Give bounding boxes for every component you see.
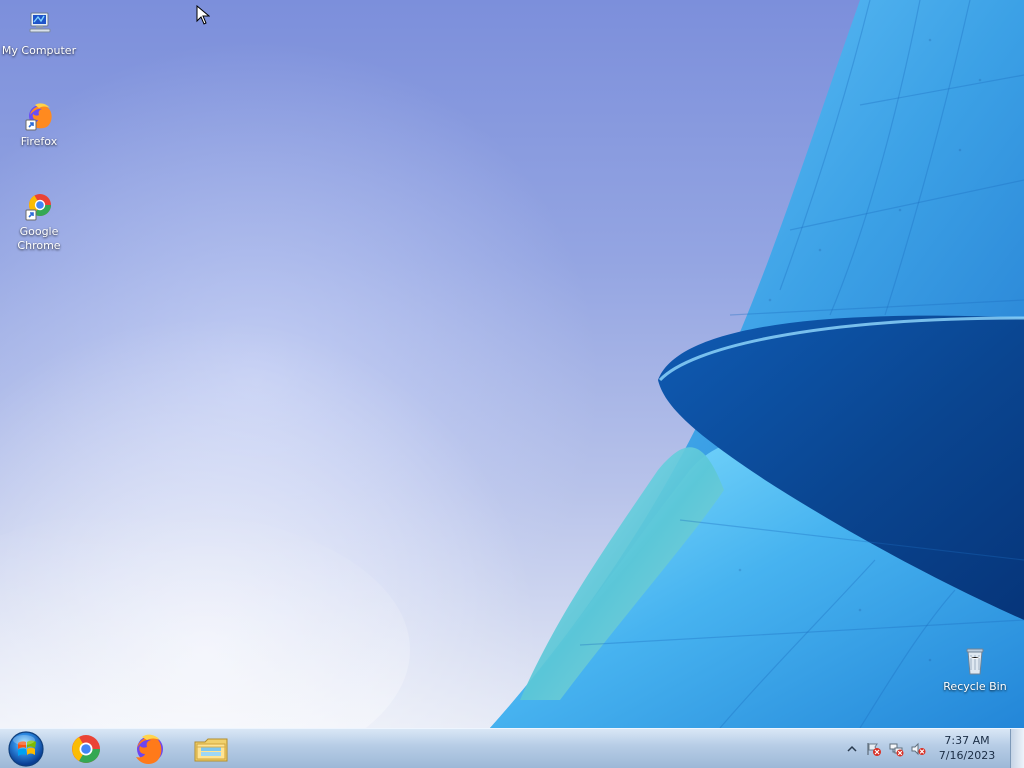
recycle-bin-icon xyxy=(958,644,992,678)
taskbar-app-firefox[interactable] xyxy=(123,731,175,767)
start-button[interactable] xyxy=(6,730,46,768)
taskbar-clock[interactable]: 7:37 AM 7/16/2023 xyxy=(932,733,1002,763)
windows-start-icon xyxy=(8,731,44,767)
desktop[interactable]: My Computer Firefox Google Chrome Recycl… xyxy=(0,0,1024,768)
computer-icon xyxy=(22,8,56,42)
desktop-icon-firefox[interactable]: Firefox xyxy=(0,99,78,149)
desktop-icon-recycle-bin[interactable]: Recycle Bin xyxy=(936,644,1014,694)
desktop-icon-my-computer[interactable]: My Computer xyxy=(0,8,78,58)
show-desktop-button[interactable] xyxy=(1010,729,1024,768)
speaker-muted-icon[interactable] xyxy=(910,741,926,757)
clock-date: 7/16/2023 xyxy=(938,749,996,762)
desktop-icon-label: Firefox xyxy=(20,135,58,148)
action-center-error-icon[interactable] xyxy=(866,741,882,757)
desktop-icon-label: Recycle Bin xyxy=(943,680,1007,693)
taskbar-app-file-explorer[interactable] xyxy=(185,731,237,767)
show-hidden-icons-icon[interactable] xyxy=(844,741,860,757)
system-tray[interactable]: 7:37 AM 7/16/2023 xyxy=(838,729,1024,768)
taskbar-app-google-chrome[interactable] xyxy=(60,731,112,767)
firefox-icon xyxy=(22,99,56,133)
chrome-icon xyxy=(22,189,56,223)
desktop-icon-label: My Computer xyxy=(1,44,77,57)
desktop-icon-google-chrome[interactable]: Google Chrome xyxy=(0,189,78,253)
firefox-icon xyxy=(136,734,163,765)
network-error-icon[interactable] xyxy=(888,741,904,757)
folder-icon xyxy=(194,738,228,762)
taskbar[interactable]: 7:37 AM 7/16/2023 xyxy=(0,728,1024,768)
clock-time: 7:37 AM xyxy=(944,734,990,747)
chrome-icon xyxy=(72,735,100,763)
mouse-pointer-icon xyxy=(196,5,210,25)
desktop-icon-label: Google Chrome xyxy=(17,225,61,252)
wallpaper-background xyxy=(0,0,1024,728)
